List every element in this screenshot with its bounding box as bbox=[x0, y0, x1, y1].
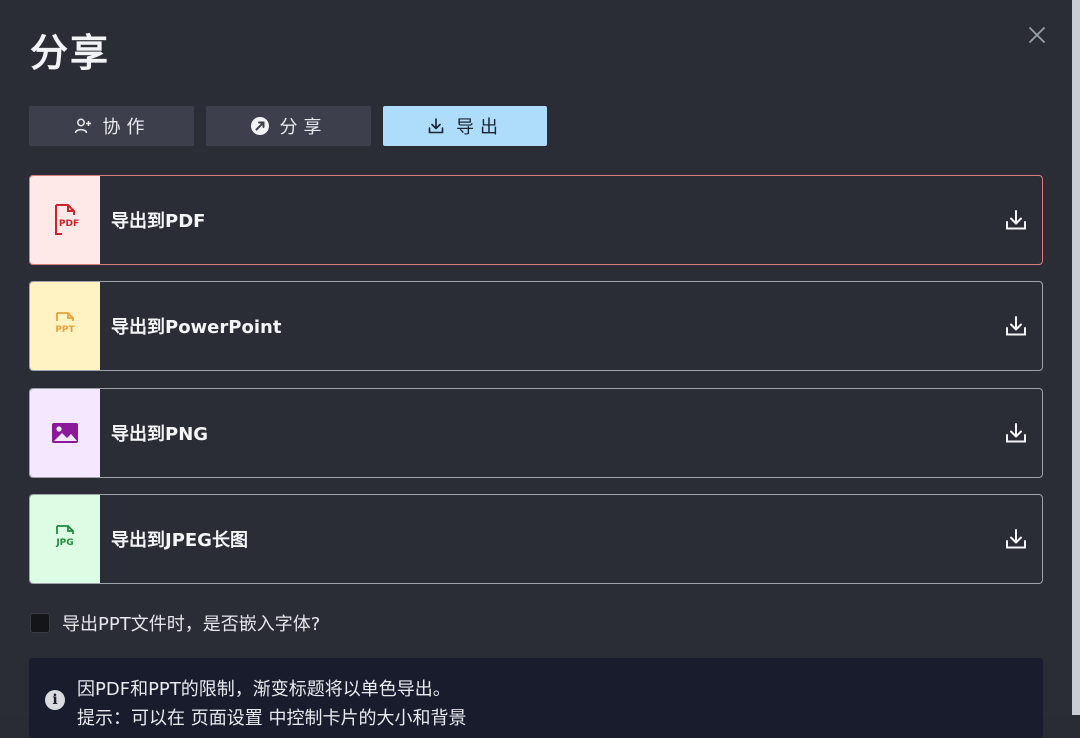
download-icon bbox=[1003, 207, 1029, 233]
notice-line-2: 提示：可以在 页面设置 中控制卡片的大小和背景 bbox=[77, 708, 467, 729]
export-png-option[interactable]: 导出到PNG bbox=[29, 388, 1043, 478]
share-dialog: 分享 协作 分享 导出 PDF 导出到PDF PPT 导出到PowerPoint… bbox=[0, 0, 1080, 738]
info-icon: i bbox=[45, 690, 65, 710]
export-jpeg-option[interactable]: JPG 导出到JPEG长图 bbox=[29, 494, 1043, 584]
pdf-thumb: PDF bbox=[30, 176, 100, 264]
download-icon bbox=[1003, 313, 1029, 339]
ppt-icon-text: PPT bbox=[55, 325, 75, 335]
add-user-icon bbox=[73, 116, 93, 136]
embed-fonts-label: 导出PPT文件时，是否嵌入字体? bbox=[62, 614, 321, 635]
jpg-icon-text: JPG bbox=[56, 538, 74, 548]
export-pdf-label: 导出到PDF bbox=[111, 211, 206, 232]
background-edge bbox=[1072, 0, 1080, 715]
export-png-label: 导出到PNG bbox=[111, 424, 209, 445]
pdf-file-icon: PDF bbox=[50, 203, 80, 237]
export-notice: i 因PDF和PPT的限制，渐变标题将以单色导出。 提示：可以在 页面设置 中控… bbox=[29, 658, 1043, 738]
export-pdf-option[interactable]: PDF 导出到PDF bbox=[29, 175, 1043, 265]
pdf-icon-text: PDF bbox=[58, 219, 80, 229]
tab-export-label: 导出 bbox=[456, 117, 504, 138]
download-icon bbox=[1003, 420, 1029, 446]
share-icon bbox=[250, 116, 270, 136]
tab-collaborate[interactable]: 协作 bbox=[29, 106, 194, 146]
export-powerpoint-label: 导出到PowerPoint bbox=[111, 317, 282, 338]
close-icon bbox=[1029, 27, 1045, 43]
tab-bar: 协作 分享 导出 bbox=[29, 106, 547, 146]
download-icon bbox=[1003, 526, 1029, 552]
png-thumb bbox=[30, 389, 100, 477]
notice-line-1: 因PDF和PPT的限制，渐变标题将以单色导出。 bbox=[77, 679, 451, 700]
tab-export[interactable]: 导出 bbox=[383, 106, 547, 146]
embed-fonts-checkbox[interactable] bbox=[30, 613, 50, 633]
embed-fonts-row[interactable]: 导出PPT文件时，是否嵌入字体? bbox=[30, 610, 320, 636]
tab-collaborate-label: 协作 bbox=[102, 117, 151, 138]
ppt-thumb: PPT bbox=[30, 282, 100, 370]
export-jpeg-label: 导出到JPEG长图 bbox=[111, 530, 248, 551]
dialog-title: 分享 bbox=[30, 31, 111, 75]
export-powerpoint-option[interactable]: PPT 导出到PowerPoint bbox=[29, 281, 1043, 371]
ppt-file-icon: PPT bbox=[50, 309, 80, 343]
tab-share[interactable]: 分享 bbox=[206, 106, 371, 146]
jpg-file-icon: JPG bbox=[50, 522, 80, 556]
download-icon bbox=[426, 116, 446, 136]
close-button[interactable] bbox=[1022, 20, 1052, 50]
image-icon bbox=[52, 423, 78, 443]
tab-share-label: 分享 bbox=[279, 117, 328, 138]
jpg-thumb: JPG bbox=[30, 495, 100, 583]
